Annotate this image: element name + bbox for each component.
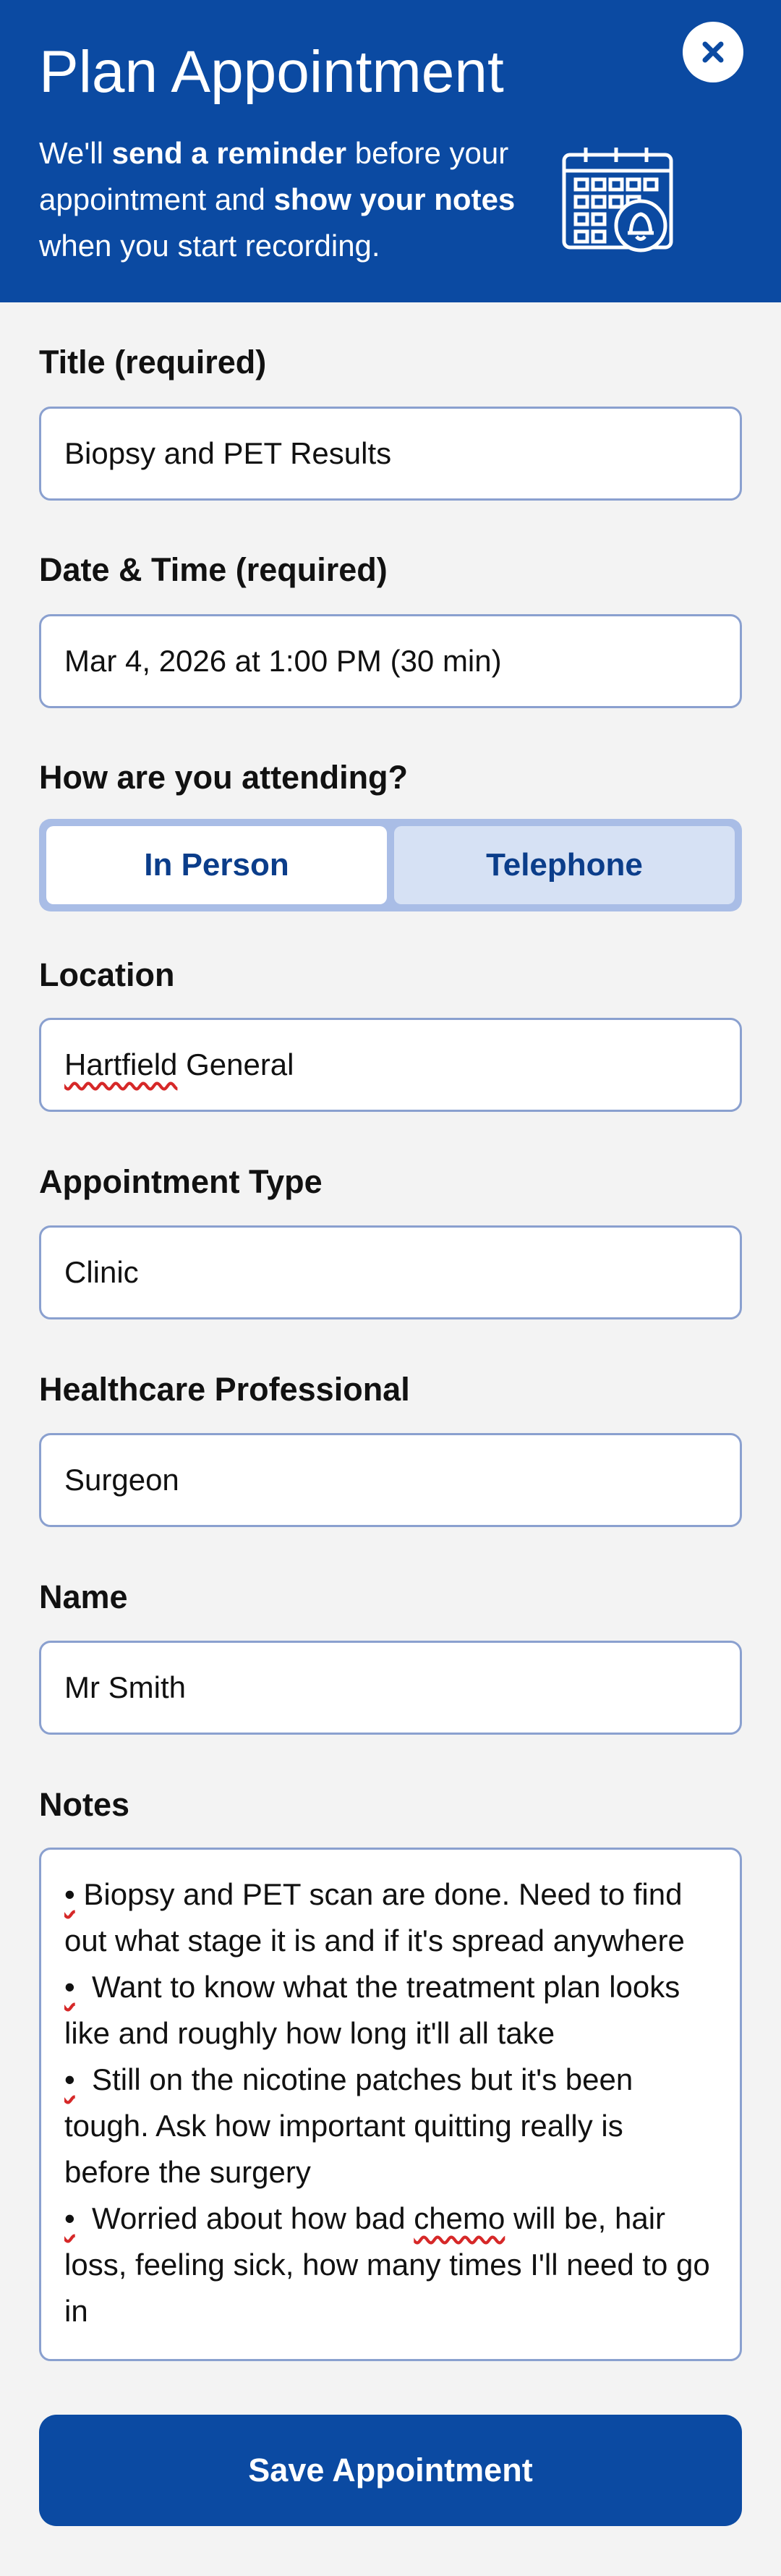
appointment-type-input[interactable]: Clinic bbox=[39, 1225, 742, 1319]
location-input[interactable]: Hartfield General bbox=[39, 1018, 742, 1112]
notes-item: • Worried about how bad chemo will be, h… bbox=[64, 2201, 710, 2328]
name-label: Name bbox=[39, 1578, 128, 1615]
save-appointment-button[interactable]: Save Appointment bbox=[39, 2415, 742, 2526]
datetime-value: Mar 4, 2026 at 1:00 PM (30 min) bbox=[64, 644, 502, 678]
professional-input[interactable]: Surgeon bbox=[39, 1433, 742, 1527]
location-value-rest: General bbox=[177, 1047, 294, 1081]
professional-label: Healthcare Professional bbox=[39, 1371, 410, 1408]
title-label: Title (required) bbox=[39, 344, 267, 381]
datetime-input[interactable]: Mar 4, 2026 at 1:00 PM (30 min) bbox=[39, 614, 742, 708]
bullet-icon: • bbox=[64, 1970, 75, 2004]
attendance-option-telephone[interactable]: Telephone bbox=[394, 826, 735, 904]
attendance-option-in-person[interactable]: In Person bbox=[46, 826, 387, 904]
header-subtitle: We'll send a reminder before your appoin… bbox=[39, 136, 516, 263]
name-input[interactable]: Mr Smith bbox=[39, 1641, 742, 1735]
bullet-icon: • bbox=[64, 2062, 75, 2096]
header: Plan Appointment We'll send a reminder b… bbox=[0, 0, 781, 302]
bullet-icon: • bbox=[64, 1877, 75, 1911]
appointment-type-value: Clinic bbox=[64, 1255, 139, 1289]
professional-value: Surgeon bbox=[64, 1463, 179, 1497]
notes-item: • Want to know what the treatment plan l… bbox=[64, 1970, 688, 2050]
attendance-toggle: In Person Telephone bbox=[39, 819, 742, 911]
appointment-type-label: Appointment Type bbox=[39, 1163, 323, 1200]
location-label: Location bbox=[39, 956, 175, 993]
notes-textarea[interactable]: • Biopsy and PET scan are done. Need to … bbox=[39, 1848, 742, 2361]
close-button[interactable] bbox=[683, 22, 743, 82]
calendar-bell-icon bbox=[562, 148, 673, 252]
close-icon[interactable] bbox=[699, 38, 727, 67]
title-input[interactable]: Biopsy and PET Results bbox=[39, 407, 742, 501]
datetime-label: Date & Time (required) bbox=[39, 551, 388, 588]
location-value-word: Hartfield bbox=[64, 1047, 178, 1081]
notes-label: Notes bbox=[39, 1786, 130, 1823]
bullet-icon: • bbox=[64, 2201, 75, 2235]
name-value: Mr Smith bbox=[64, 1670, 186, 1704]
title-value: Biopsy and PET Results bbox=[64, 436, 392, 470]
notes-item: • Still on the nicotine patches but it's… bbox=[64, 2062, 641, 2189]
page-title: Plan Appointment bbox=[39, 39, 504, 105]
notes-item: • Biopsy and PET scan are done. Need to … bbox=[64, 1877, 691, 1957]
attendance-label: How are you attending? bbox=[39, 759, 409, 796]
